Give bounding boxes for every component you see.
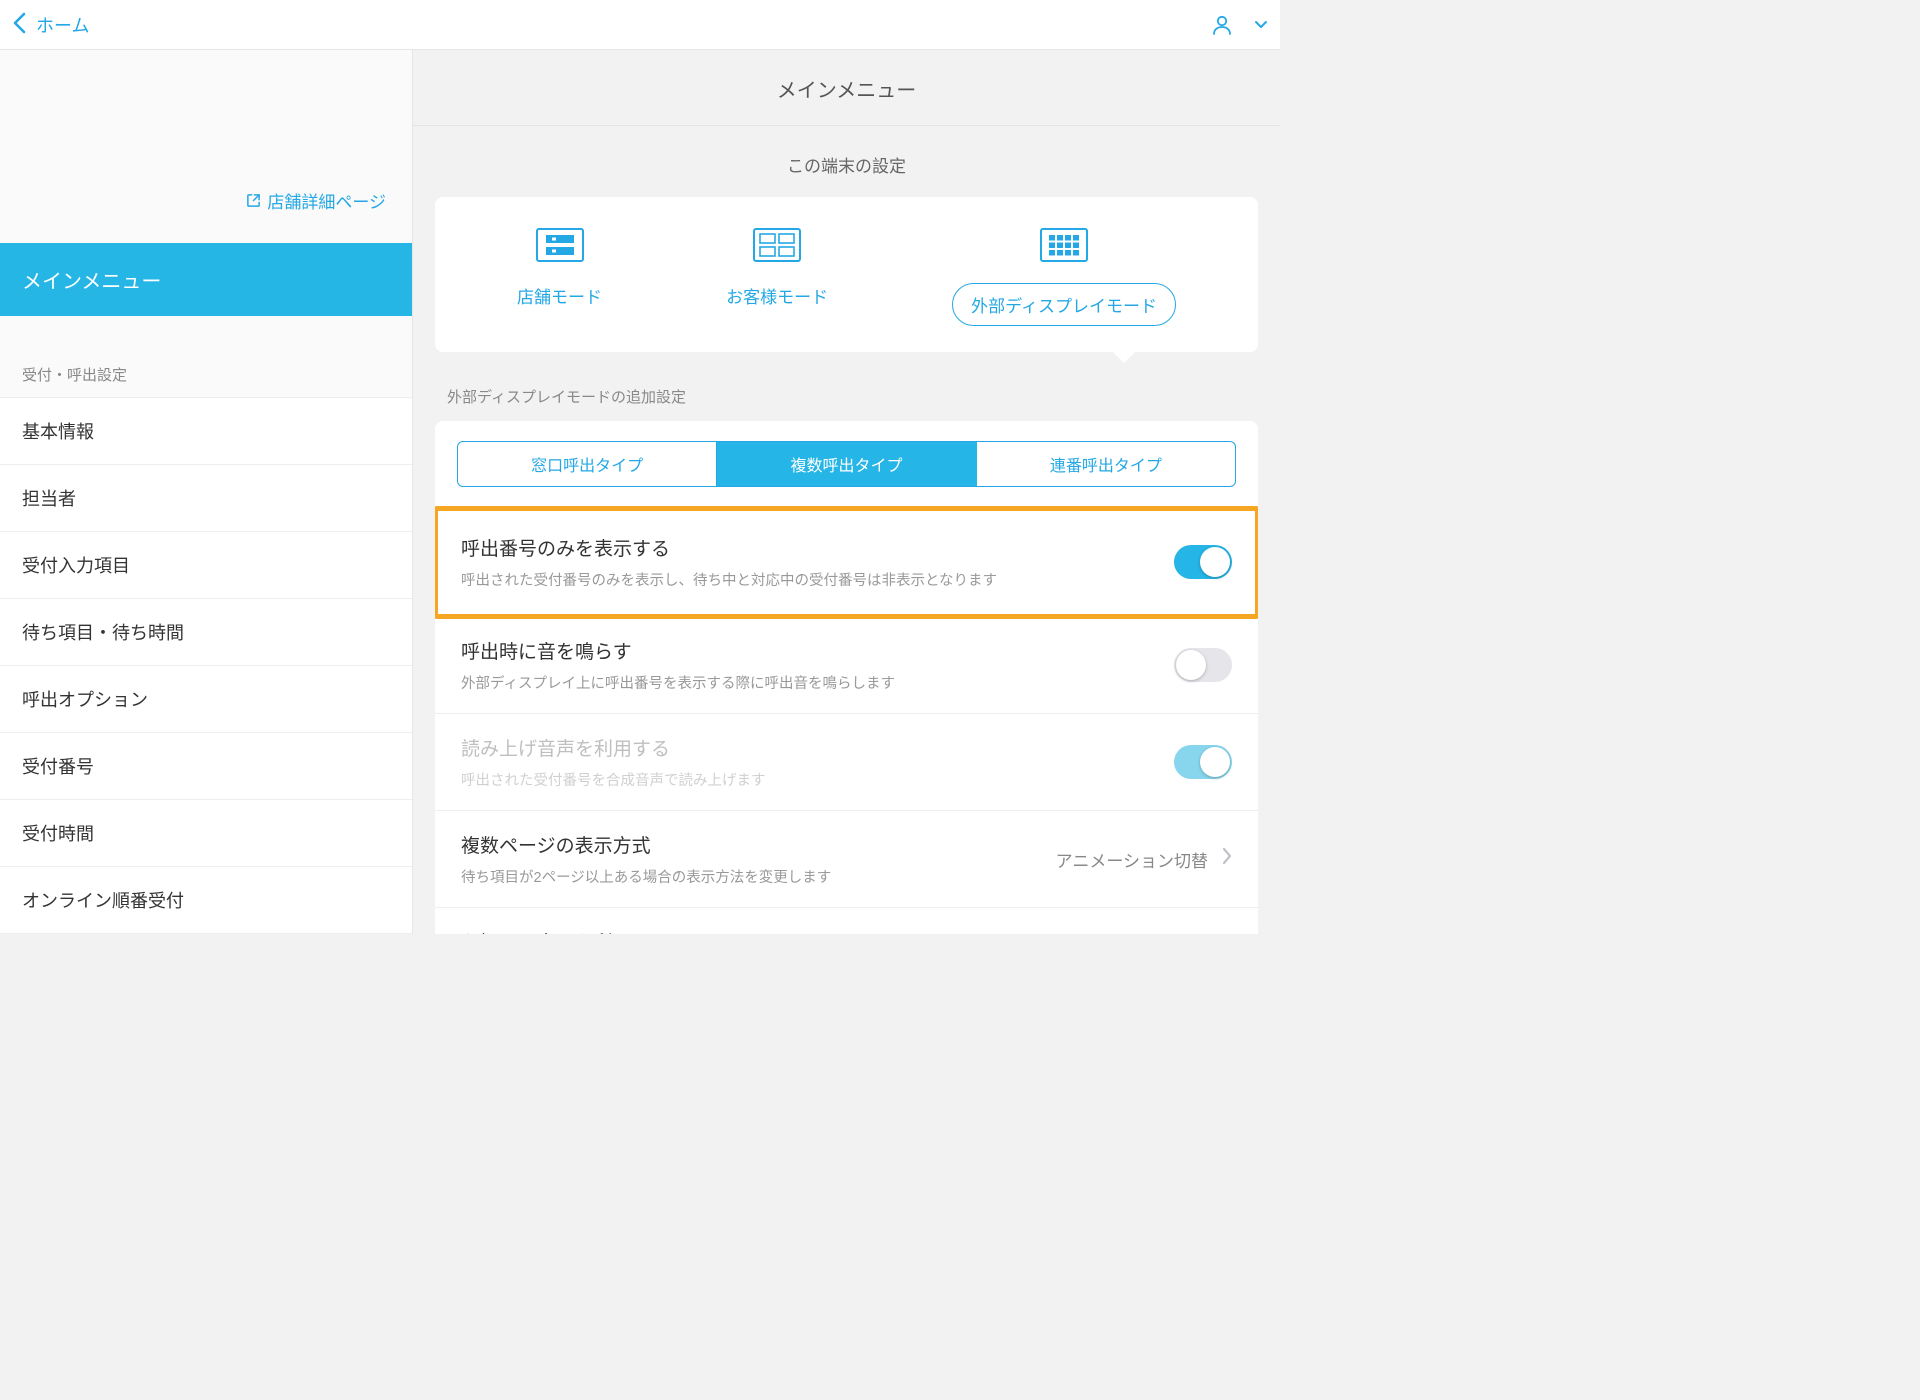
toggle-play-sound[interactable] [1174,648,1232,682]
seg-window-call[interactable]: 窓口呼出タイプ [458,442,716,486]
mode-pointer-icon [1112,351,1136,363]
list-caption: 外部ディスプレイモードの追加設定 [413,352,1280,421]
chevron-right-icon [1222,847,1232,871]
sidebar-top: 店舗詳細ページ [0,50,412,243]
user-icon[interactable] [1210,13,1234,37]
row-show-call-number-only: 呼出番号のみを表示する 呼出された受付番号のみを表示し、待ち中と対応中の受付番号… [435,508,1258,617]
row-use-voice-readout: 読み上げ音声を利用する 呼出された受付番号を合成音声で読み上げます [435,714,1258,811]
back-label[interactable]: ホーム [36,12,89,38]
store-detail-link[interactable]: 店舗詳細ページ [246,188,386,213]
mode-customer[interactable]: お客様モード [726,227,828,326]
main: メインメニュー この端末の設定 店舗モード [413,50,1280,934]
mode-customer-label: お客様モード [726,283,828,308]
sidebar-item-online-queue[interactable]: オンライン順番受付 [0,866,412,934]
mode-external[interactable]: 外部ディスプレイモード [952,227,1176,326]
row-play-sound-on-call: 呼出時に音を鳴らす 外部ディスプレイ上に呼出番号を表示する際に呼出音を鳴らします [435,617,1258,714]
sidebar-item-wait-items[interactable]: 待ち項目・待ち時間 [0,598,412,665]
toggle-show-call-number-only[interactable] [1174,545,1232,579]
sidebar-item-ticket-number[interactable]: 受付番号 [0,732,412,799]
shop-mode-icon [536,227,584,263]
toggle-voice-readout[interactable] [1174,745,1232,779]
row-multi-page-display[interactable]: 複数ページの表示方式 待ち項目が2ページ以上ある場合の表示方法を変更します アニ… [435,811,1258,908]
row-title: 読み上げ音声を利用する [461,734,1158,761]
sidebar-item-call-options[interactable]: 呼出オプション [0,665,412,732]
sidebar-group-header: 受付・呼出設定 [0,316,412,397]
dropdown-caret-icon[interactable] [1244,17,1268,33]
multi-page-value: アニメーション切替 [1056,847,1208,872]
back-chevron-icon[interactable] [12,12,26,38]
call-type-segment-row: 窓口呼出タイプ 複数呼出タイプ 連番呼出タイプ [435,421,1258,508]
page-title: メインメニュー [413,50,1280,126]
row-title: お知らせ表示を利用する [461,928,1158,934]
customer-mode-icon [753,227,801,263]
settings-list: 窓口呼出タイプ 複数呼出タイプ 連番呼出タイプ 呼出番号のみを表示する 呼出され… [435,421,1258,934]
row-use-notice-display: お知らせ表示を利用する 外部ディスプレイに任意で編集したメッセージを表示します [435,908,1258,934]
store-detail-link-label: 店舗詳細ページ [267,188,386,213]
row-title: 複数ページの表示方式 [461,831,1040,858]
mode-external-label: 外部ディスプレイモード [952,283,1176,326]
mode-shop[interactable]: 店舗モード [517,227,602,326]
row-desc: 呼出された受付番号を合成音声で読み上げます [461,769,1158,790]
sidebar-item-ticket-time[interactable]: 受付時間 [0,799,412,866]
seg-multi-call[interactable]: 複数呼出タイプ [716,442,975,486]
mode-shop-label: 店舗モード [517,283,602,308]
sidebar-item-input-items[interactable]: 受付入力項目 [0,531,412,598]
sidebar-item-staff[interactable]: 担当者 [0,464,412,531]
row-desc: 呼出された受付番号のみを表示し、待ち中と対応中の受付番号は非表示となります [461,569,1158,590]
row-title: 呼出番号のみを表示する [461,534,1158,561]
row-title: 呼出時に音を鳴らす [461,637,1158,664]
external-mode-icon [1040,227,1088,263]
sidebar-item-main-menu[interactable]: メインメニュー [0,243,412,316]
sidebar: 店舗詳細ページ メインメニュー 受付・呼出設定 基本情報 担当者 受付入力項目 … [0,50,413,934]
row-desc: 待ち項目が2ページ以上ある場合の表示方法を変更します [461,866,1040,887]
seg-sequential-call[interactable]: 連番呼出タイプ [976,442,1235,486]
mode-selector-card: 店舗モード お客様モード [435,197,1258,352]
sidebar-item-basic-info[interactable]: 基本情報 [0,397,412,464]
topbar: ホーム [0,0,1280,50]
section-subtitle: この端末の設定 [413,126,1280,197]
row-desc: 外部ディスプレイ上に呼出番号を表示する際に呼出音を鳴らします [461,672,1158,693]
call-type-segment: 窓口呼出タイプ 複数呼出タイプ 連番呼出タイプ [457,441,1236,487]
